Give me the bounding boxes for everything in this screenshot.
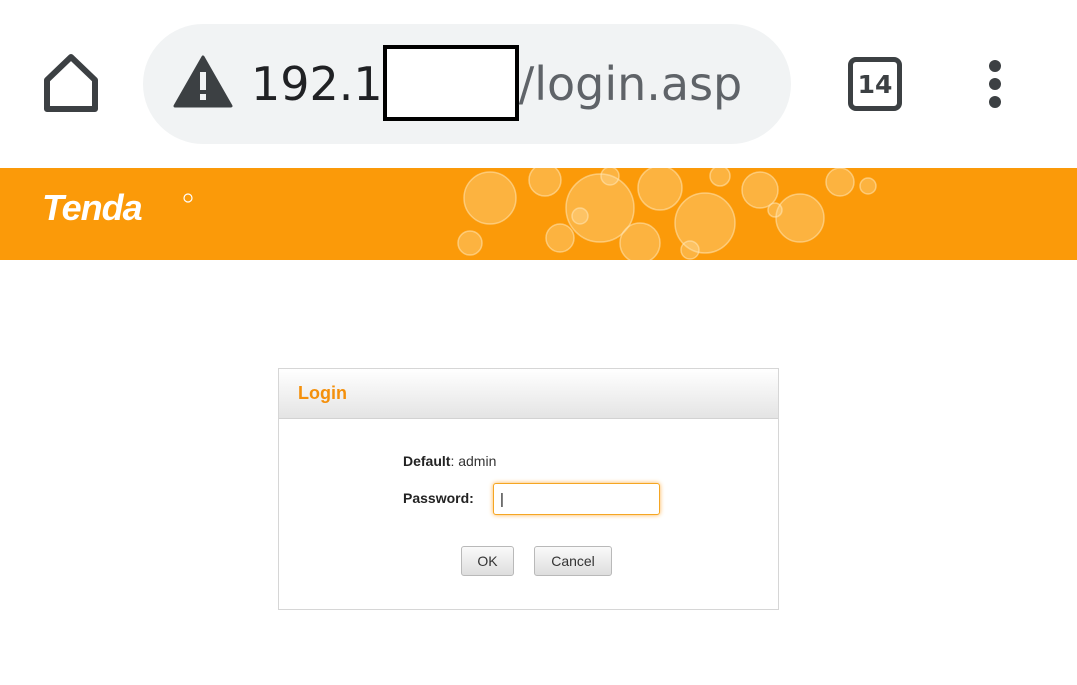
browser-toolbar: 192.1/login.asp 14: [0, 0, 1077, 168]
tab-switcher-button[interactable]: 14: [848, 57, 902, 111]
svg-text:Tenda: Tenda: [42, 187, 142, 228]
ok-button[interactable]: OK: [461, 546, 514, 576]
address-bar[interactable]: 192.1/login.asp: [143, 24, 791, 144]
url-path: /login.asp: [518, 57, 743, 111]
home-button[interactable]: [40, 52, 102, 116]
tenda-logo: Tenda: [42, 187, 193, 228]
default-password-hint: Default: admin: [403, 453, 496, 469]
login-panel-header: Login: [279, 369, 778, 419]
login-panel: Login Default: admin Password: OK Cancel: [278, 368, 779, 610]
home-icon: [44, 54, 98, 112]
warning-icon[interactable]: [173, 54, 233, 110]
tab-count: 14: [857, 69, 893, 99]
redaction-box: [382, 44, 519, 121]
default-value: : admin: [450, 453, 497, 469]
password-input[interactable]: [493, 483, 660, 515]
login-title: Login: [298, 383, 347, 403]
default-label: Default: [403, 453, 451, 469]
url-text[interactable]: 192.1/login.asp: [251, 44, 743, 121]
url-host: 192.1: [251, 57, 383, 111]
cancel-button[interactable]: Cancel: [534, 546, 612, 576]
password-label: Password:: [403, 490, 474, 506]
more-vert-icon[interactable]: [975, 56, 1015, 112]
